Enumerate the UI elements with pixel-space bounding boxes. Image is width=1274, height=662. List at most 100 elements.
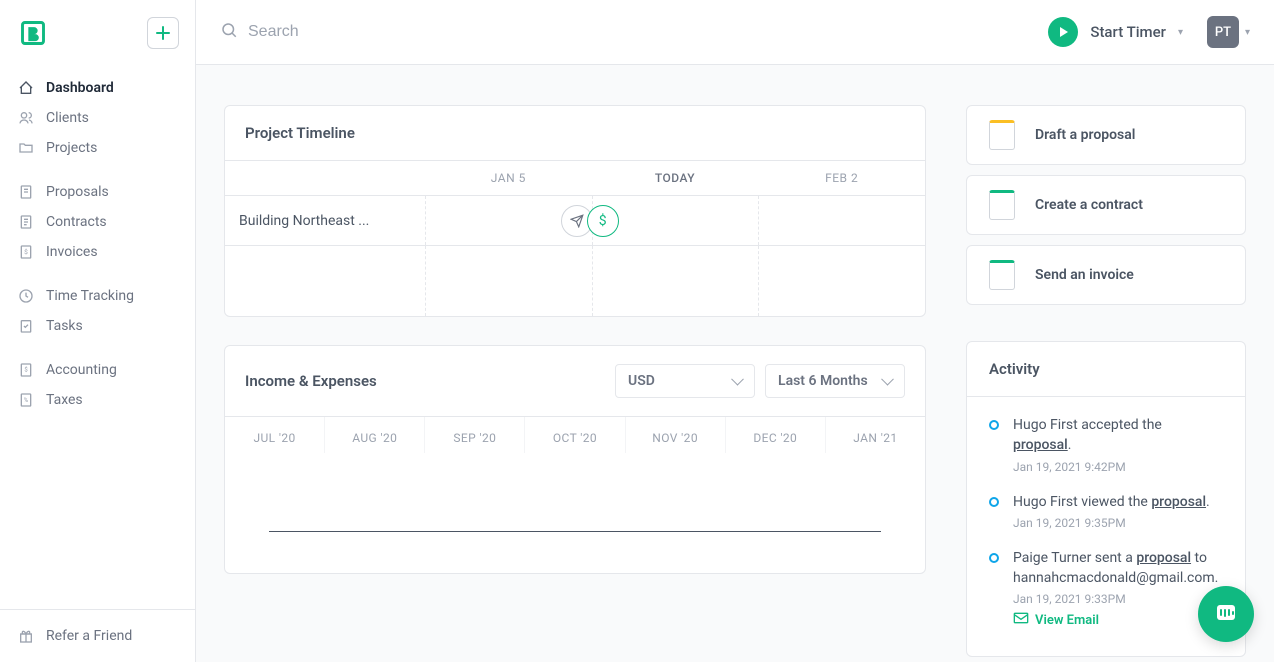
refer-friend-link[interactable]: Refer a Friend	[18, 628, 177, 644]
proposal-icon	[985, 118, 1019, 152]
dollar-icon[interactable]: $	[587, 205, 619, 237]
sidebar-item-label: Clients	[46, 110, 89, 126]
month-label: JUL '20	[225, 417, 325, 453]
timeline-date: FEB 2	[758, 161, 925, 195]
sidebar-item-label: Taxes	[46, 392, 83, 408]
user-menu[interactable]: PT ▾	[1195, 16, 1250, 48]
project-timeline-card: Project Timeline JAN 5 TODAY FEB 2 Build…	[224, 105, 926, 317]
activity-item: Hugo First accepted the proposal. Jan 19…	[989, 415, 1223, 474]
svg-text:$: $	[24, 366, 28, 373]
timeline-project-row[interactable]: Building Northeast ... $	[225, 196, 925, 246]
avatar: PT	[1207, 16, 1239, 48]
action-label: Create a contract	[1035, 197, 1143, 213]
sidebar-item-label: Proposals	[46, 184, 109, 200]
timeline-date-row: JAN 5 TODAY FEB 2	[225, 160, 925, 196]
sidebar-item-clients[interactable]: Clients	[0, 103, 195, 133]
dollar-doc-icon: $	[18, 244, 34, 260]
bullet-icon	[989, 553, 999, 563]
range-select[interactable]: Last 6 Months	[765, 364, 905, 398]
milestone-group: $	[561, 205, 619, 237]
activity-text: Hugo First viewed the proposal.	[1013, 492, 1210, 512]
folder-icon	[18, 140, 34, 156]
nav: Dashboard Clients Projects Proposals Con…	[0, 65, 195, 609]
logo-icon	[18, 18, 48, 48]
month-label: AUG '20	[325, 417, 425, 453]
timeline-empty-area	[225, 246, 925, 316]
proposal-link[interactable]: proposal	[1136, 550, 1191, 566]
income-title: Income & Expenses	[245, 372, 377, 390]
sidebar-item-label: Accounting	[46, 362, 117, 378]
action-label: Draft a proposal	[1035, 127, 1135, 143]
activity-time: Jan 19, 2021 9:42PM	[1013, 460, 1223, 474]
receipt-icon: $	[18, 362, 34, 378]
invoice-icon	[985, 258, 1019, 292]
activity-text: Hugo First accepted the proposal.	[1013, 415, 1223, 456]
sidebar-item-time-tracking[interactable]: Time Tracking	[0, 281, 195, 311]
chart-months: JUL '20 AUG '20 SEP '20 OCT '20 NOV '20 …	[225, 417, 925, 453]
sidebar-header	[0, 0, 195, 65]
activity-item: Paige Turner sent a proposal to hannahcm…	[989, 548, 1223, 629]
play-icon	[1048, 17, 1078, 47]
sidebar-item-tasks[interactable]: Tasks	[0, 311, 195, 341]
content: Project Timeline JAN 5 TODAY FEB 2 Build…	[196, 65, 1274, 662]
project-name: Building Northeast ...	[225, 196, 425, 245]
action-draft-proposal[interactable]: Draft a proposal	[966, 105, 1246, 165]
doc-lines-icon	[18, 214, 34, 230]
search-icon	[220, 21, 238, 43]
month-label: SEP '20	[425, 417, 525, 453]
sidebar-item-label: Invoices	[46, 244, 98, 260]
svg-text:$: $	[24, 248, 28, 256]
proposal-link[interactable]: proposal	[1013, 437, 1068, 453]
income-expenses-card: Income & Expenses USD Last 6 Months JUL …	[224, 345, 926, 574]
sidebar-item-taxes[interactable]: % Taxes	[0, 385, 195, 415]
sidebar-item-accounting[interactable]: $ Accounting	[0, 355, 195, 385]
timeline-date: JAN 5	[425, 161, 592, 195]
sidebar-item-label: Dashboard	[46, 80, 114, 96]
sidebar-item-label: Contracts	[46, 214, 107, 230]
users-icon	[18, 110, 34, 126]
add-button[interactable]	[147, 17, 179, 49]
card-header: Project Timeline	[225, 106, 925, 160]
month-label: NOV '20	[626, 417, 726, 453]
sidebar-item-dashboard[interactable]: Dashboard	[0, 73, 195, 103]
month-label: OCT '20	[525, 417, 625, 453]
sidebar-item-proposals[interactable]: Proposals	[0, 177, 195, 207]
month-label: DEC '20	[726, 417, 826, 453]
activity-time: Jan 19, 2021 9:35PM	[1013, 516, 1210, 530]
sidebar-item-invoices[interactable]: $ Invoices	[0, 237, 195, 267]
main: Start Timer ▾ PT ▾ Project Timeline JAN …	[196, 0, 1274, 662]
currency-select[interactable]: USD	[615, 364, 755, 398]
activity-time: Jan 19, 2021 9:33PM	[1013, 592, 1223, 606]
action-send-invoice[interactable]: Send an invoice	[966, 245, 1246, 305]
activity-text: Paige Turner sent a proposal to hannahcm…	[1013, 548, 1223, 589]
contract-icon	[985, 188, 1019, 222]
search-input[interactable]	[248, 23, 448, 41]
sidebar-item-contracts[interactable]: Contracts	[0, 207, 195, 237]
gift-icon	[18, 628, 34, 644]
timeline-title: Project Timeline	[245, 124, 355, 142]
refer-label: Refer a Friend	[46, 628, 132, 644]
proposal-link[interactable]: proposal	[1151, 494, 1206, 510]
topbar: Start Timer ▾ PT ▾	[196, 0, 1274, 65]
chat-icon	[1212, 600, 1240, 628]
bullet-icon	[989, 497, 999, 507]
sidebar-item-label: Projects	[46, 140, 97, 156]
search-wrap	[220, 21, 1036, 43]
chevron-down-icon: ▾	[1178, 27, 1183, 38]
chart-body	[225, 453, 925, 573]
action-label: Send an invoice	[1035, 267, 1134, 283]
mail-icon	[1013, 612, 1029, 628]
view-email-link[interactable]: View Email	[1013, 612, 1099, 628]
card-header: Income & Expenses USD Last 6 Months	[225, 346, 925, 417]
start-timer-button[interactable]: Start Timer ▾	[1048, 17, 1183, 47]
sidebar-item-projects[interactable]: Projects	[0, 133, 195, 163]
bullet-icon	[989, 420, 999, 430]
chevron-down-icon: ▾	[1245, 27, 1250, 38]
action-create-contract[interactable]: Create a contract	[966, 175, 1246, 235]
doc-icon	[18, 184, 34, 200]
timer-label: Start Timer	[1090, 23, 1166, 41]
check-doc-icon	[18, 318, 34, 334]
intercom-button[interactable]	[1198, 586, 1254, 642]
sidebar: Dashboard Clients Projects Proposals Con…	[0, 0, 196, 662]
svg-text:%: %	[24, 397, 29, 404]
